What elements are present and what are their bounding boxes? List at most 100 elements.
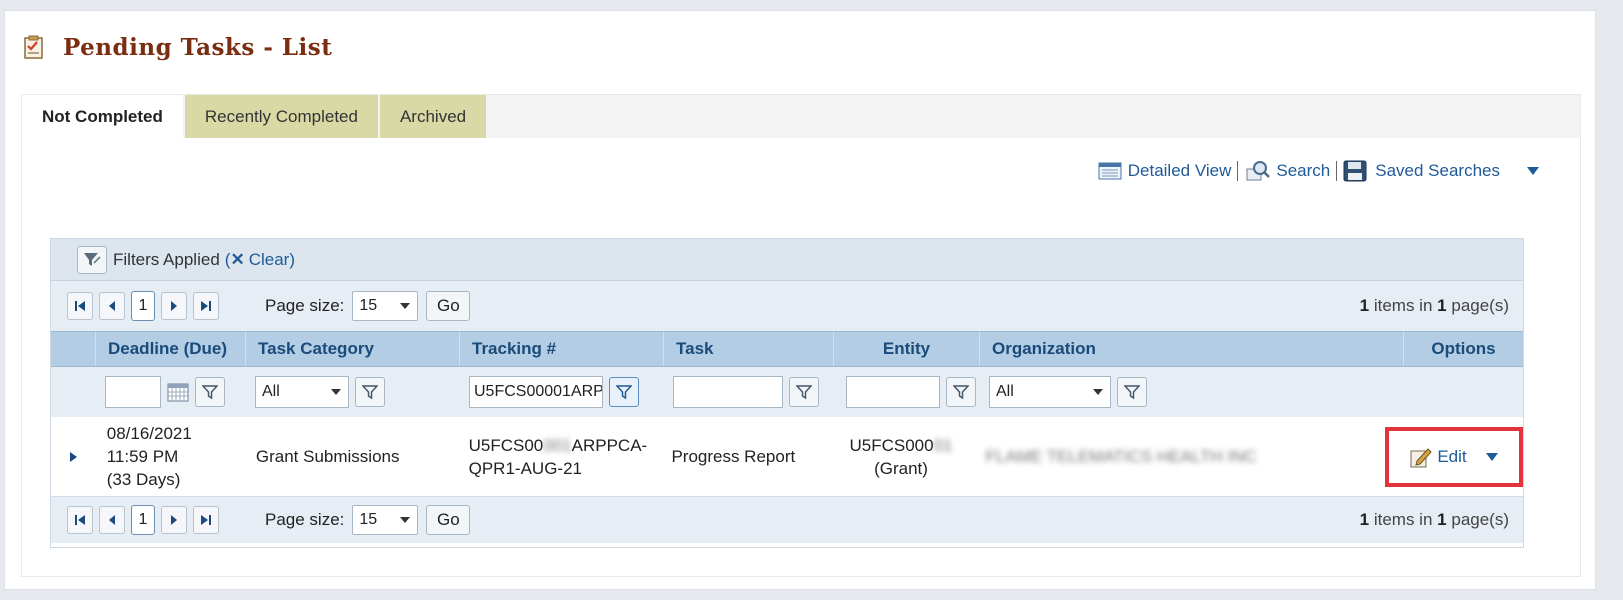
clear-filters-link[interactable]: Clear (249, 250, 290, 270)
chevron-down-icon (1093, 389, 1103, 395)
task-category-filter-select[interactable]: All (255, 376, 349, 408)
tab-recently-completed[interactable]: Recently Completed (184, 95, 380, 138)
edit-label: Edit (1437, 447, 1467, 466)
task-category-cell: Grant Submissions (255, 447, 400, 466)
chevron-down-icon[interactable] (1526, 166, 1540, 176)
saved-searches-label: Saved Searches (1375, 161, 1500, 180)
deadline-days: (33 Days) (106, 470, 181, 489)
go-button[interactable]: Go (426, 291, 471, 321)
first-page-button[interactable] (67, 506, 93, 534)
options-filter-cell (1403, 367, 1523, 417)
chevron-right-icon (171, 301, 177, 311)
clipboard-icon (24, 35, 43, 59)
prev-page-button[interactable] (99, 292, 125, 320)
floppy-disk-icon (1343, 160, 1367, 182)
entity-filter-cell (833, 367, 979, 417)
saved-searches-link[interactable]: Saved Searches (1337, 160, 1506, 182)
calendar-icon[interactable] (167, 382, 189, 402)
chevron-down-icon (331, 389, 341, 395)
page-size-label: Page size: (265, 296, 345, 315)
last-page-icon (201, 515, 211, 525)
items-in-text: items in (1373, 510, 1433, 529)
column-header-task[interactable]: Task (663, 332, 833, 366)
filter-icon (1124, 385, 1140, 400)
organization-filter-select[interactable]: All (989, 376, 1111, 408)
tabs-container: Not Completed Recently Completed Archive… (21, 94, 1581, 577)
items-in-text: items in (1373, 296, 1433, 315)
tracking-filter-input[interactable]: U5FCS00001ARP (469, 376, 603, 408)
page-count: 1 (1437, 296, 1447, 315)
task-filter-button[interactable] (789, 377, 819, 407)
task-filter-input[interactable] (673, 376, 783, 408)
task-category-filter-cell: All (245, 367, 459, 417)
deadline-filter-input[interactable] (105, 376, 161, 408)
column-header-task-category[interactable]: Task Category (245, 332, 459, 366)
tab-archived[interactable]: Archived (379, 95, 489, 138)
detailed-view-label: Detailed View (1127, 161, 1232, 180)
expand-filter-cell (51, 367, 95, 417)
filter-icon (953, 385, 969, 400)
entity-filter-input[interactable] (846, 376, 940, 408)
deadline-cell: 08/16/2021 11:59 PM (33 Days) (95, 417, 244, 496)
page-count: 1 (1437, 510, 1447, 529)
page-size-select[interactable]: 15 (352, 291, 419, 321)
chevron-right-icon (171, 515, 177, 525)
edit-button[interactable]: Edit (1409, 445, 1467, 468)
column-header-entity[interactable]: Entity (833, 332, 979, 366)
deadline-date: 08/16/2021 (106, 424, 192, 443)
chevron-left-icon (109, 515, 115, 525)
current-page-number[interactable]: 1 (131, 291, 155, 321)
grid-header-row: Deadline (Due) Task Category Tracking # … (51, 331, 1523, 367)
pages-text: page(s) (1451, 296, 1509, 315)
filter-icon (202, 385, 218, 400)
column-header-options: Options (1403, 332, 1523, 366)
edit-highlight-box: Edit (1385, 426, 1523, 487)
tab-not-completed[interactable]: Not Completed (22, 95, 185, 138)
items-info: 1 items in 1 page(s) (1360, 296, 1509, 316)
tracking-number-redacted: 001 (543, 435, 572, 455)
task-filter-cell (663, 367, 833, 417)
next-page-button[interactable] (161, 292, 187, 320)
page-size-select[interactable]: 15 (352, 505, 419, 535)
tab-strip: Not Completed Recently Completed Archive… (22, 95, 1580, 138)
expand-row-icon[interactable] (68, 451, 78, 463)
deadline-time: 11:59 PM (106, 447, 179, 466)
organization-filter-value: All (996, 383, 1014, 400)
filter-toggle-button[interactable] (77, 245, 107, 274)
detailed-view-icon (1098, 162, 1122, 180)
close-icon[interactable]: ✕ (230, 250, 244, 270)
next-page-button[interactable] (161, 506, 187, 534)
tracking-filter-cell: U5FCS00001ARP (459, 367, 663, 417)
tracking-number-line2: QPR1-AUG-21 (468, 458, 582, 478)
detailed-view-link[interactable]: Detailed View (1092, 161, 1238, 181)
task-category-filter-value: All (262, 383, 280, 400)
column-header-deadline[interactable]: Deadline (Due) (95, 332, 245, 366)
chevron-down-icon[interactable] (1485, 452, 1499, 462)
current-page-number[interactable]: 1 (131, 505, 155, 535)
last-page-button[interactable] (193, 292, 219, 320)
entity-id-part: U5FCS000 (849, 435, 934, 455)
pager-bottom: 1 Page size: 15 Go 1 items in 1 page(s) (51, 497, 1523, 543)
first-page-button[interactable] (67, 292, 93, 320)
filter-icon (84, 252, 101, 266)
filter-icon (616, 385, 632, 400)
items-info: 1 items in 1 page(s) (1360, 510, 1509, 530)
entity-filter-button[interactable] (946, 377, 976, 407)
deadline-filter-button[interactable] (195, 377, 225, 407)
filters-applied-bar: Filters Applied ( ✕ Clear ) (51, 239, 1523, 281)
column-header-organization[interactable]: Organization (979, 332, 1403, 366)
page-size-value: 15 (359, 511, 378, 528)
first-page-icon (75, 515, 85, 525)
organization-cell: FLAME TELEMATICS HEALTH INC (974, 417, 1395, 496)
go-button[interactable]: Go (426, 505, 471, 535)
prev-page-button[interactable] (99, 506, 125, 534)
task-category-filter-button[interactable] (355, 377, 385, 407)
search-label: Search (1276, 161, 1331, 180)
organization-filter-cell: All (979, 367, 1403, 417)
search-link[interactable]: Search (1238, 160, 1336, 182)
column-header-tracking[interactable]: Tracking # (459, 332, 663, 366)
organization-filter-button[interactable] (1117, 377, 1147, 407)
last-page-button[interactable] (193, 506, 219, 534)
main-panel: Pending Tasks - List Not Completed Recen… (4, 10, 1596, 590)
tracking-filter-button[interactable] (609, 377, 639, 407)
